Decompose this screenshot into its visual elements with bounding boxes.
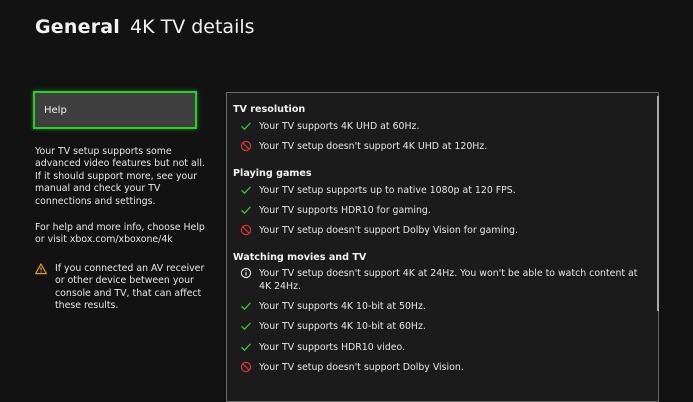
no-icon [240,224,252,236]
no-icon [240,140,252,152]
item-text: Your TV setup doesn't support 4K UHD at … [259,141,488,152]
list-item: Your TV supports 4K UHD at 60Hz. [240,120,650,133]
check-icon [241,343,252,352]
item-text: Your TV setup doesn't support Dolby Visi… [259,225,518,236]
page-title: 4K TV details [130,16,255,38]
av-receiver-warning: If you connected an AV receiver or other… [35,263,207,313]
check-icon [241,186,252,195]
list-item: Your TV setup doesn't support 4K at 24Hz… [240,267,650,293]
warning-icon [35,263,47,275]
item-text: Your TV supports HDR10 for gaming. [259,205,431,216]
item-text: Your TV setup doesn't support Dolby Visi… [259,362,464,373]
info-icon [240,267,252,279]
item-text: Your TV setup doesn't support 4K at 24Hz… [259,268,638,292]
help-button[interactable]: Help [33,91,197,129]
list-item: Your TV setup doesn't support Dolby Visi… [240,361,650,374]
summary-text: Your TV setup supports some advanced vid… [35,146,205,207]
scrollbar[interactable] [657,96,659,311]
help-info-text: For help and more info, choose Help or v… [35,222,205,246]
group-title-tv-resolution: TV resolution [233,104,306,115]
check-icon [241,322,252,331]
list-item: Your TV supports 4K 10-bit at 60Hz. [240,320,650,333]
item-text: Your TV supports 4K 10-bit at 50Hz. [259,301,426,312]
item-text: Your TV supports HDR10 video. [259,342,406,353]
page-header: General 4K TV details [35,16,255,38]
details-panel[interactable] [226,92,659,402]
no-icon [240,361,252,373]
list-item: Your TV setup doesn't support 4K UHD at … [240,140,650,153]
help-button-label: Help [44,104,67,116]
item-text: Your TV setup supports up to native 1080… [259,185,516,196]
item-text: Your TV supports 4K UHD at 60Hz. [259,121,420,132]
check-icon [241,206,252,215]
section-title: General [35,16,120,38]
list-item: Your TV setup supports up to native 1080… [240,184,650,197]
list-item: Your TV supports HDR10 for gaming. [240,204,650,217]
group-title-watching-movies: Watching movies and TV [233,252,367,263]
check-icon [241,122,252,131]
check-icon [241,302,252,311]
warning-text: If you connected an AV receiver or other… [55,263,205,312]
group-title-playing-games: Playing games [233,168,312,179]
list-item: Your TV supports 4K 10-bit at 50Hz. [240,300,650,313]
list-item: Your TV supports HDR10 video. [240,341,650,354]
item-text: Your TV supports 4K 10-bit at 60Hz. [259,321,426,332]
list-item: Your TV setup doesn't support Dolby Visi… [240,224,650,237]
